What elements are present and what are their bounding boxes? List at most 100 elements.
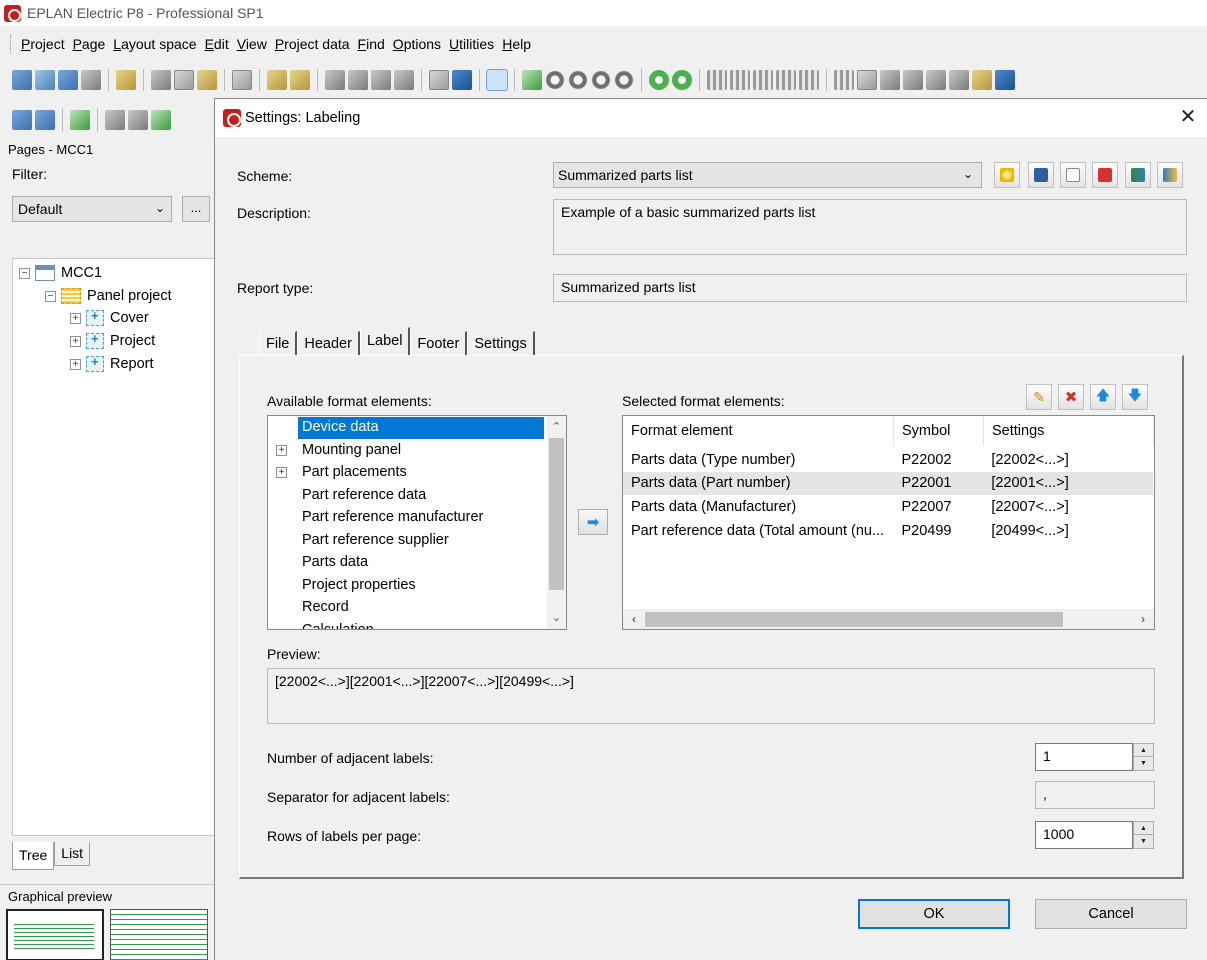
move-up-button[interactable]: 🡅 (1090, 384, 1116, 410)
remove-element-button[interactable]: ✖ (1058, 384, 1084, 410)
expand-icon[interactable]: + (276, 467, 287, 478)
previous-page-icon[interactable] (649, 70, 669, 90)
numbering-icon[interactable] (972, 70, 992, 90)
scroll-right-icon[interactable]: › (1134, 609, 1152, 629)
table-row[interactable]: Part reference data (Total amount (nu...… (623, 520, 1153, 543)
horizontal-scrollbar[interactable]: ‹ › (623, 609, 1154, 629)
menu-layout-space[interactable]: Layout space (109, 36, 200, 52)
selected-elements-grid[interactable]: Format element Symbol Settings Parts dat… (622, 415, 1155, 630)
edit-element-button[interactable]: ✎ (1026, 384, 1052, 410)
list-item[interactable]: Parts data (298, 552, 372, 574)
menu-help[interactable]: Help (498, 36, 535, 52)
rows-per-page-spinner[interactable]: ▲ ▼ (1133, 821, 1154, 849)
print-icon[interactable] (81, 70, 101, 90)
puzzle-icon[interactable] (70, 110, 90, 130)
list-item[interactable]: Project properties (298, 575, 420, 597)
tab-list[interactable]: List (54, 842, 91, 866)
snap-icon[interactable] (857, 70, 877, 90)
cancel-button[interactable]: Cancel (1035, 899, 1187, 929)
redo-icon[interactable] (371, 70, 391, 90)
grid-e-icon[interactable] (799, 70, 819, 90)
next-page-icon[interactable] (672, 70, 692, 90)
undo-icon[interactable] (325, 70, 345, 90)
table-row[interactable]: Parts data (Type number) P22002 [22002<.… (623, 449, 1153, 472)
connection-2-icon[interactable] (926, 70, 946, 90)
tab-settings[interactable]: Settings (467, 331, 535, 357)
cut-icon[interactable] (151, 70, 171, 90)
rows-per-page-input[interactable]: 1000 (1035, 821, 1133, 849)
terminal-3-icon[interactable] (151, 110, 171, 130)
terminal-2-icon[interactable] (128, 110, 148, 130)
filter-more-button[interactable]: ... (182, 196, 210, 222)
zoom-in-icon[interactable] (568, 70, 588, 90)
column-header-symbol[interactable]: Symbol (894, 416, 984, 446)
select-icon[interactable] (232, 70, 252, 90)
zoom-out-icon[interactable] (591, 70, 611, 90)
list-item[interactable]: + Mounting panel (276, 440, 405, 462)
undo-list-icon[interactable] (348, 70, 368, 90)
tree-node-panel-project[interactable]: − Panel project (45, 286, 172, 306)
list-item[interactable]: Part reference data (298, 485, 430, 507)
list-item[interactable]: Device data (298, 417, 544, 439)
tree-node-report[interactable]: + Report (70, 354, 154, 374)
list-item[interactable]: Record (298, 597, 353, 619)
menu-options[interactable]: Options (389, 36, 445, 52)
preview-thumbnail[interactable] (110, 909, 208, 960)
tree-structure-icon[interactable] (949, 70, 969, 90)
menu-project-data[interactable]: Project data (271, 36, 354, 52)
refresh-icon[interactable] (522, 70, 542, 90)
new-project-icon[interactable] (35, 70, 55, 90)
page-new-icon[interactable] (35, 110, 55, 130)
scroll-down-icon[interactable]: ⌄ (547, 609, 566, 627)
adjacent-labels-spinner[interactable]: ▲ ▼ (1133, 743, 1154, 771)
spin-up-icon[interactable]: ▲ (1134, 744, 1153, 757)
close-icon[interactable]: ✕ (1178, 107, 1198, 127)
vertical-scrollbar[interactable]: ⌃ ⌄ (547, 416, 566, 629)
table-row[interactable]: Parts data (Part number) P22001 [22001<.… (623, 472, 1153, 495)
table-icon[interactable] (452, 70, 472, 90)
tree-node-root[interactable]: − MCC1 (19, 263, 102, 283)
new-scheme-button[interactable] (994, 162, 1020, 188)
scheme-select[interactable]: Summarized parts list ⌄ (553, 162, 982, 188)
grid-f-icon[interactable] (834, 70, 854, 90)
checklist-icon[interactable] (429, 70, 449, 90)
grid-b-icon[interactable] (730, 70, 750, 90)
terminal-icon[interactable] (105, 110, 125, 130)
menu-find[interactable]: Find (354, 36, 389, 52)
spin-up-icon[interactable]: ▲ (1134, 822, 1153, 835)
format-brush-icon[interactable] (267, 70, 287, 90)
collapse-icon[interactable]: − (45, 290, 56, 302)
open-project-icon[interactable] (12, 70, 32, 90)
grid-c-icon[interactable] (753, 70, 773, 90)
tab-footer[interactable]: Footer (410, 331, 468, 357)
expand-icon[interactable]: + (276, 445, 287, 456)
menu-page[interactable]: Page (69, 36, 110, 52)
expand-icon[interactable]: + (70, 335, 81, 347)
list-item[interactable]: Part reference manufacturer (298, 507, 487, 529)
copy-scheme-button[interactable] (1060, 162, 1086, 188)
redo-list-icon[interactable] (394, 70, 414, 90)
adjacent-labels-input[interactable]: 1 (1035, 743, 1133, 771)
menu-edit[interactable]: Edit (201, 36, 233, 52)
scrollbar-thumb[interactable] (645, 612, 1063, 627)
connection-icon[interactable] (903, 70, 923, 90)
tools-icon[interactable] (116, 70, 136, 90)
zoom-fit-icon[interactable] (614, 70, 634, 90)
menu-project[interactable]: Project (17, 36, 69, 52)
collapse-icon[interactable]: − (19, 267, 30, 279)
overflow-icon[interactable] (995, 70, 1015, 90)
tree-node-project[interactable]: + Project (70, 331, 155, 351)
zoom-window-icon[interactable] (545, 70, 565, 90)
ok-button[interactable]: OK (858, 899, 1010, 929)
copy-icon[interactable] (174, 70, 194, 90)
preview-thumbnail[interactable] (6, 909, 104, 960)
tree-node-cover[interactable]: + Cover (70, 308, 149, 328)
scroll-left-icon[interactable]: ‹ (625, 609, 643, 629)
tab-tree[interactable]: Tree (12, 842, 55, 870)
save-scheme-button[interactable] (1028, 162, 1054, 188)
move-down-button[interactable]: 🡇 (1122, 384, 1148, 410)
available-elements-list[interactable]: Device data + Mounting panel + Part placem… (267, 415, 567, 630)
filter-select[interactable]: Default ⌄ (12, 196, 172, 222)
description-field[interactable]: Example of a basic summarized parts list (553, 199, 1187, 255)
menu-utilities[interactable]: Utilities (445, 36, 498, 52)
